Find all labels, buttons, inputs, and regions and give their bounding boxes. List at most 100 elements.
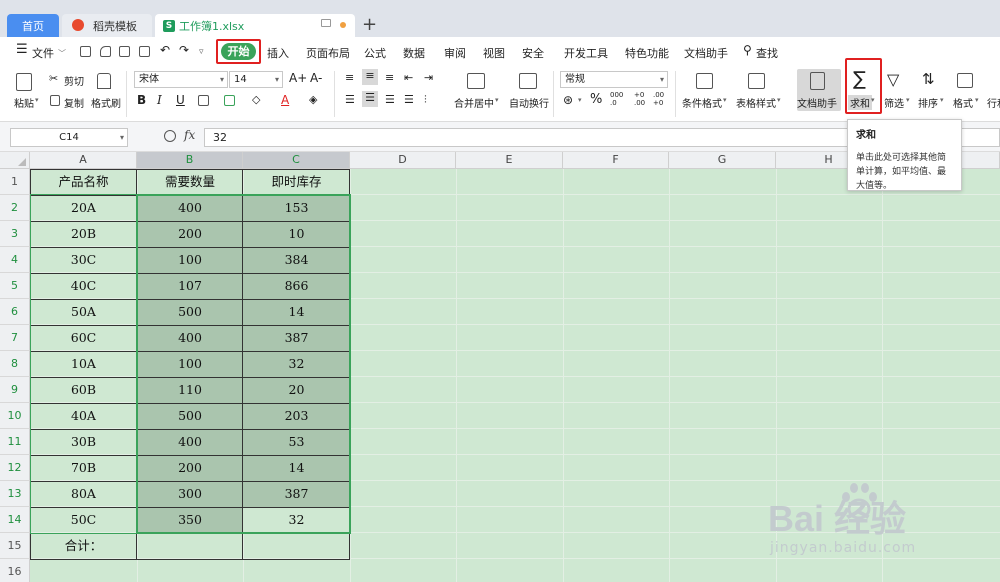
sort-button[interactable]: 排序 [918,95,938,110]
table-cell[interactable]: 50C [30,507,137,533]
menu-file[interactable]: 文件 [32,45,54,61]
menu-security[interactable]: 安全 [522,45,544,61]
increase-decimal-icon[interactable]: +0.00 [634,91,645,107]
filter-button[interactable]: 筛选 [884,95,904,110]
table-cell[interactable]: 70B [30,455,137,481]
table-cell[interactable]: 400 [137,195,243,221]
row-header-2[interactable]: 2 [0,195,30,221]
print-icon[interactable] [119,46,130,57]
table-cell[interactable]: 400 [137,325,243,351]
cut-button[interactable]: 剪切 [64,73,84,88]
table-cell[interactable]: 200 [137,455,243,481]
row-column-button[interactable]: 行和 [987,95,1000,110]
table-cell[interactable]: 20 [243,377,350,403]
sort-dropdown-icon[interactable]: ▾ [940,96,944,104]
table-style-button[interactable]: 表格样式 [736,95,776,110]
table-cell[interactable]: 10 [243,221,350,247]
table-cell[interactable]: 387 [243,481,350,507]
table-cell[interactable]: 14 [243,455,350,481]
row-header-3[interactable]: 3 [0,221,30,247]
table-cell[interactable]: 400 [137,429,243,455]
row-header-10[interactable]: 10 [0,403,30,429]
redo-icon[interactable]: ↷ [179,43,189,57]
paste-icon[interactable] [16,73,32,91]
merge-center-button[interactable]: 合并居中 [454,95,494,110]
table-cell[interactable]: 100 [137,247,243,273]
search-icon[interactable]: ⚲ [743,43,752,57]
table-cell[interactable]: 153 [243,195,350,221]
table-cell[interactable]: 20A [30,195,137,221]
tab-workbook[interactable]: S 工作簿1.xlsx [155,14,355,37]
font-name-select[interactable]: 宋体 ▾ [134,71,228,88]
table-cell[interactable]: 60C [30,325,137,351]
number-format-select[interactable]: 常规 ▾ [560,71,668,88]
row-header-5[interactable]: 5 [0,273,30,299]
menu-page-layout[interactable]: 页面布局 [306,45,350,61]
row-header-8[interactable]: 8 [0,351,30,377]
table-cell[interactable]: 10A [30,351,137,377]
distribute-icon[interactable]: ⫶ [424,93,427,107]
monitor-icon[interactable] [321,19,331,27]
quick-access-dropdown-icon[interactable]: ▿ [199,47,204,57]
border-icon[interactable] [198,95,209,106]
table-cell[interactable]: 500 [137,299,243,325]
table-header-cell[interactable]: 即时库存 [243,169,350,195]
menu-doc-assistant[interactable]: 文档助手 [684,45,728,61]
row-header-16[interactable]: 16 [0,559,30,582]
table-cell[interactable]: 350 [137,507,243,533]
column-header-a[interactable]: A [30,152,137,169]
row-header-13[interactable]: 13 [0,481,30,507]
filter-dropdown-icon[interactable]: ▾ [906,96,910,104]
table-cell[interactable]: 387 [243,325,350,351]
doc-assistant-button[interactable]: 文档助手 [797,95,837,110]
table-cell[interactable]: 300 [137,481,243,507]
table-cell[interactable]: 14 [243,299,350,325]
fill-color-icon[interactable]: ◇ [252,93,260,106]
table-cell[interactable]: 50A [30,299,137,325]
select-all-corner[interactable] [0,152,30,169]
row-header-6[interactable]: 6 [0,299,30,325]
undo-icon[interactable]: ↶ [160,43,170,57]
grow-font-button[interactable]: A+ [289,71,307,85]
row-header-1[interactable]: 1 [0,169,30,195]
thousands-icon[interactable]: 000.0 [610,91,623,107]
fill-style-icon[interactable] [224,95,235,106]
save-icon[interactable] [80,46,91,57]
currency-icon[interactable]: ⊛ [563,93,573,107]
table-cell[interactable]: 107 [137,273,243,299]
merge-dropdown-icon[interactable]: ▾ [495,96,499,104]
copy-button[interactable]: 复制 [64,95,84,110]
table-cell[interactable]: 203 [243,403,350,429]
row-header-4[interactable]: 4 [0,247,30,273]
column-header-b[interactable]: B [137,152,243,169]
font-size-select[interactable]: 14 ▾ [229,71,283,88]
table-cell[interactable]: 500 [137,403,243,429]
table-cell[interactable]: 30C [30,247,137,273]
currency-dropdown-icon[interactable]: ▾ [578,96,582,104]
row-header-11[interactable]: 11 [0,429,30,455]
menu-review[interactable]: 审阅 [444,45,466,61]
menu-insert[interactable]: 插入 [267,45,289,61]
justify-icon[interactable]: ☰ [404,93,414,106]
new-tab-button[interactable]: + [362,14,377,36]
table-cell[interactable]: 53 [243,429,350,455]
format-painter-button[interactable]: 格式刷 [91,95,121,110]
row-header-15[interactable]: 15 [0,533,30,559]
print-preview-icon[interactable] [139,46,150,57]
table-cell[interactable]: 200 [137,221,243,247]
row-header-7[interactable]: 7 [0,325,30,351]
align-right-icon[interactable]: ☰ [385,93,395,106]
chevron-down-icon[interactable]: ﹀ [58,48,66,59]
paste-dropdown-icon[interactable]: ▾ [35,96,39,104]
bold-button[interactable]: B [137,93,146,107]
column-header-c[interactable]: C [243,152,350,169]
eraser-icon[interactable]: ◈ [309,93,317,106]
indent-decrease-icon[interactable]: ⇤ [404,71,413,84]
menu-data[interactable]: 数据 [403,45,425,61]
italic-button[interactable]: I [157,93,162,107]
row-header-12[interactable]: 12 [0,455,30,481]
row-header-14[interactable]: 14 [0,507,30,533]
hamburger-icon[interactable]: ☰ [16,42,28,57]
table-header-cell[interactable]: 产品名称 [30,169,137,195]
shrink-font-button[interactable]: A- [310,71,322,85]
